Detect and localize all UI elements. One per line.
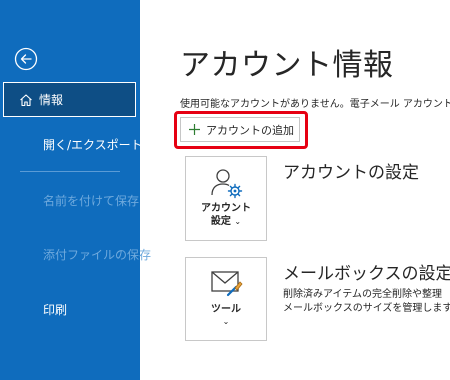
mailbox-settings-description: 削除済みアイテムの完全削除や整理 メールボックスのサイズを管理します。 (283, 288, 450, 316)
tools-button[interactable]: ツール ⌄ (185, 257, 267, 341)
account-settings-title: アカウントの設定 (283, 163, 419, 183)
account-settings-button[interactable]: アカウント 設定 ⌄ (185, 156, 267, 241)
account-settings-label-line1: アカウント (201, 203, 251, 214)
add-account-label: アカウントの追加 (206, 123, 294, 137)
no-account-message: 使用可能なアカウントがありません。電子メール アカウントを (180, 99, 450, 110)
tools-chevron: ⌄ (186, 315, 266, 328)
account-settings-label-text: 設定 (210, 216, 231, 227)
account-settings-label-line2: 設定 ⌄ (186, 215, 266, 228)
mailbox-settings-title: メールボックスの設定 (283, 264, 450, 284)
nav-open-export[interactable]: 開く/エクスポート (43, 136, 143, 153)
nav-info[interactable]: 情報 (3, 82, 136, 117)
mailbox-description-line2: メールボックスのサイズを管理します。 (283, 303, 450, 314)
nav-save-as[interactable]: 名前を付けて保存 (43, 192, 139, 209)
add-account-button[interactable]: アカウントの追加 (180, 117, 300, 142)
nav-print[interactable]: 印刷 (43, 301, 67, 318)
mailbox-description-line1: 削除済みアイテムの完全削除や整理 (283, 289, 442, 300)
nav-info-label: 情報 (39, 93, 64, 107)
plus-icon (188, 123, 201, 136)
chevron-down-icon: ⌄ (222, 317, 230, 326)
home-icon (19, 93, 33, 107)
nav-divider (20, 171, 120, 172)
back-button[interactable] (14, 47, 38, 71)
nav-save-attachments[interactable]: 添付ファイルの保存 (43, 246, 151, 263)
back-arrow-icon (14, 47, 38, 71)
chevron-down-icon: ⌄ (234, 217, 242, 226)
account-settings-icon (210, 167, 244, 205)
sidebar: 情報 開く/エクスポート 名前を付けて保存 添付ファイルの保存 印刷 (0, 0, 151, 380)
mailbox-tools-icon (210, 268, 244, 304)
page-title: アカウント情報 (180, 48, 394, 83)
